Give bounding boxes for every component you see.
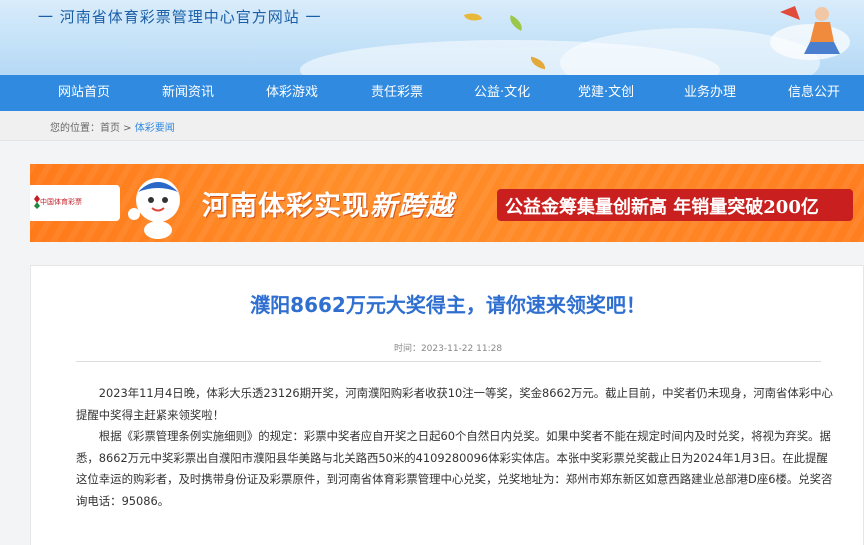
- nav-item-welfare-culture[interactable]: 公益·文化: [474, 75, 530, 111]
- nav-item-responsible[interactable]: 责任彩票: [371, 75, 423, 111]
- leaf-decoration-icon: [506, 15, 526, 31]
- mascot-icon: [128, 178, 180, 239]
- site-title[interactable]: 一 河南省体育彩票管理中心官方网站 一: [38, 6, 322, 27]
- article-title: 濮阳8662万元大奖得主，请你速来领奖吧！: [250, 293, 646, 317]
- breadcrumb: 您的位置：首页 > 体彩要闻: [50, 119, 175, 134]
- nav-item-disclosure[interactable]: 信息公开: [788, 75, 840, 111]
- site-header: 一 河南省体育彩票管理中心官方网站 一: [0, 0, 864, 75]
- breadcrumb-bar: 您的位置：首页 > 体彩要闻: [0, 111, 864, 141]
- nav-item-party-creative[interactable]: 党建·文创: [578, 75, 634, 111]
- leaf-decoration-icon: [463, 9, 483, 25]
- banner-headline: 河南体彩实现新跨越: [202, 184, 454, 223]
- breadcrumb-separator: >: [120, 123, 135, 134]
- article-meta: 时间：2023-11-22 11:28: [31, 341, 864, 354]
- article-paragraph: 2023年11月4日晚，体彩大乐透23126期开奖，河南濮阳购彩者收获10注一等…: [76, 386, 833, 422]
- kite-figure-illustration: [770, 6, 850, 60]
- banner-headline-main: 河南体彩实现: [202, 191, 370, 222]
- banner-slogan-text: 公益金筹集量创新高 年销量突破200亿: [505, 197, 819, 218]
- banner-slogan-badge: 公益金筹集量创新高 年销量突破200亿: [497, 189, 853, 221]
- breadcrumb-prefix: 您的位置：: [50, 123, 100, 134]
- nav-item-games[interactable]: 体彩游戏: [266, 75, 318, 111]
- breadcrumb-home-link[interactable]: 首页: [100, 123, 120, 134]
- article-paragraph: 根据《彩票管理条例实施细则》的规定：彩票中奖者应自开奖之日起60个自然日内兑奖。…: [76, 429, 833, 508]
- nav-item-news[interactable]: 新闻资讯: [162, 75, 214, 111]
- divider: [76, 361, 821, 362]
- article-meta-label: 时间：: [393, 344, 421, 354]
- breadcrumb-current-link[interactable]: 体彩要闻: [135, 123, 175, 134]
- lottery-logo-text: 中国体育彩票: [40, 198, 82, 206]
- nav-item-services[interactable]: 业务办理: [684, 75, 736, 111]
- article-publish-time: 2023-11-22 11:28: [420, 344, 503, 354]
- promo-banner[interactable]: 中国体育彩票 河南体彩实现新跨越 公益金筹集量创新高 年销量突破200亿: [30, 164, 864, 242]
- banner-headline-emphasis: 新跨越: [370, 191, 454, 222]
- nav-item-home[interactable]: 网站首页: [58, 75, 110, 111]
- lottery-logo: 中国体育彩票: [30, 185, 120, 221]
- main-nav: 网站首页 新闻资讯 体彩游戏 责任彩票 公益·文化 党建·文创 业务办理 信息公…: [0, 75, 864, 111]
- article-panel: 濮阳8662万元大奖得主，请你速来领奖吧！ 时间：2023-11-22 11:2…: [30, 265, 864, 545]
